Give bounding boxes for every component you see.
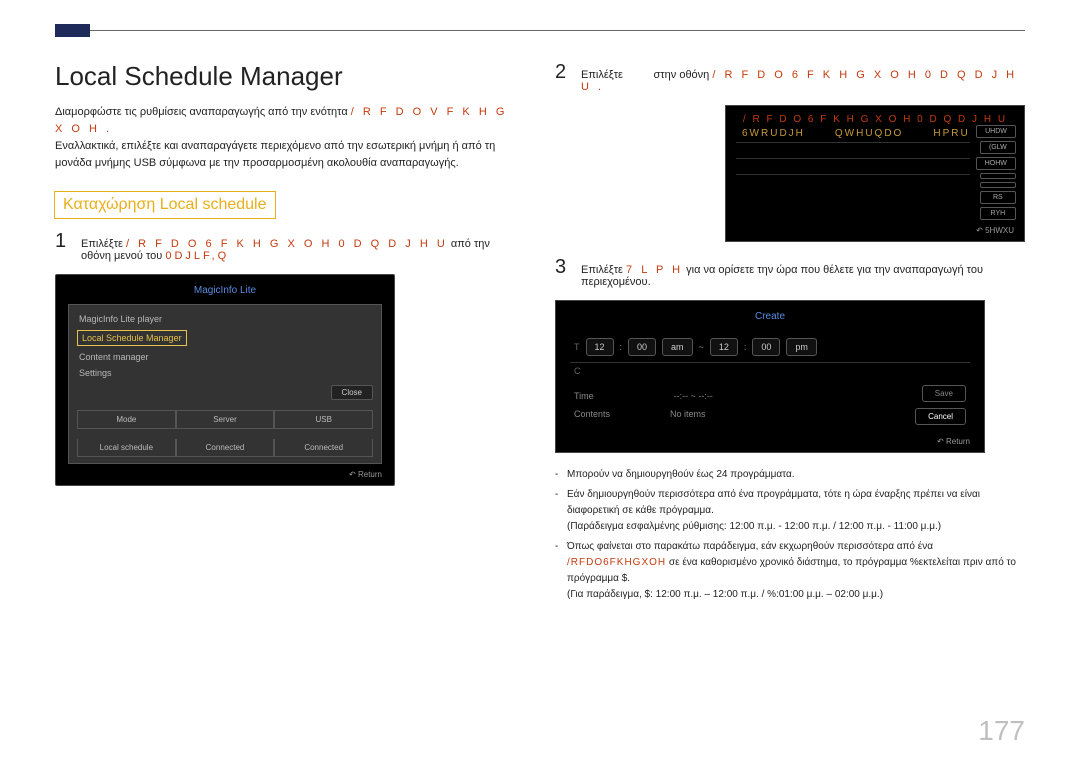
sub-heading: Καταχώρηση Local schedule [55, 192, 275, 218]
sc3-start-min[interactable]: 00 [628, 338, 656, 356]
sc2-buttons: UHDW (GLW HOHW RS RYH [976, 125, 1016, 220]
sc2-edit-button[interactable]: (GLW [980, 141, 1016, 154]
sc3-time-label: Time [574, 391, 594, 401]
sc3-row-time: Time --:-- ~ --:-- [574, 387, 713, 405]
sc1-item-localschedule[interactable]: Local Schedule Manager [77, 330, 187, 346]
sc2-storage-label: 6WRUDJH [742, 128, 805, 139]
sc3-title: Create [570, 311, 970, 322]
step-1: 1 Επιλέξτε / R F D O 6 F K H G X O H 0 D… [55, 230, 515, 262]
s2g: / R F D O 6 F K H G X O H 0 D Q D J H U … [581, 69, 1017, 93]
sc2-btn5[interactable] [980, 182, 1016, 188]
sc1-title: MagicInfo Lite [68, 285, 382, 296]
sc3-end-hour[interactable]: 12 [710, 338, 738, 356]
sc2-move-button[interactable]: RYH [980, 207, 1016, 220]
sc2-row-empty1 [736, 143, 970, 159]
intro-paragraph-1: Διαμορφώστε τις ρυθμίσεις αναπαραγωγής α… [55, 104, 515, 138]
note-2: Εάν δημιουργηθούν περισσότερα από ένα πρ… [555, 487, 1025, 535]
sc2-row-storage: 6WRUDJH QWHUQDO HPRU [736, 125, 970, 143]
step-3-number: 3 [555, 256, 571, 279]
header-rule [55, 30, 1025, 31]
content-columns: Local Schedule Manager Διαμορφώστε τις ρ… [55, 61, 1025, 607]
sc1-server-header: Server [176, 411, 275, 429]
sc3-side-buttons: Save Cancel [915, 385, 966, 425]
sc3-start-ampm[interactable]: am [662, 338, 693, 356]
intro-1a: Διαμορφώστε τις ρυθμίσεις αναπαραγωγής α… [55, 106, 351, 118]
sc2-storage-v2: HPRU [933, 128, 969, 139]
sc1-mode-value: Local schedule [77, 439, 176, 457]
sc2-storage-v1: QWHUQDO [835, 128, 903, 139]
sc3-rows: Time --:-- ~ --:-- Contents No items [574, 387, 713, 423]
sc3-c-label: C [570, 363, 970, 379]
page-title: Local Schedule Manager [55, 61, 515, 92]
screenshot-create: Create T 12 : 00 am ~ 12 : 00 pm C Time … [555, 300, 985, 453]
sc1-item-player[interactable]: MagicInfo Lite player [77, 311, 373, 327]
page-number: 177 [978, 715, 1025, 747]
step-3-text: Επιλέξτε 7 L P H για να ορίσετε την ώρα … [581, 264, 1025, 288]
screenshot-schedule-manager: / R F D O 6 F K H G X O H 0 D Q D J H U … [725, 105, 1025, 242]
sc3-end-min[interactable]: 00 [752, 338, 780, 356]
sc3-cancel-button[interactable]: Cancel [915, 408, 966, 425]
note-3-glitch: /RFDO6FKHGXOH [567, 557, 666, 568]
step-1-text: Επιλέξτε / R F D O 6 F K H G X O H 0 D Q… [81, 238, 515, 262]
colon1: : [620, 342, 623, 352]
note-2-sub: (Παράδειγμα εσφαλμένης ρύθμισης: 12:00 π… [567, 521, 941, 532]
colon2: : [744, 342, 747, 352]
sc1-mode-header: Mode [77, 411, 176, 429]
sc2-row-empty2 [736, 159, 970, 175]
sc1-usb-value: Connected [274, 439, 373, 457]
sc2-delete-button[interactable]: HOHW [976, 157, 1016, 170]
sc2-return[interactable]: 5HWXU [736, 226, 1014, 235]
step-1-number: 1 [55, 230, 71, 253]
sc2-copy-button[interactable]: RS [980, 191, 1016, 204]
note-3-sub: (Για παράδειγμα, $: 12:00 π.μ. – 12:00 π… [567, 589, 883, 600]
sc1-return[interactable]: Return [68, 470, 382, 479]
s1g: / R F D O 6 F K H G X O H 0 D Q D J H U [126, 238, 448, 250]
sc3-end-ampm[interactable]: pm [786, 338, 817, 356]
s3a: Επιλέξτε [581, 264, 626, 276]
sc3-start-hour[interactable]: 12 [586, 338, 614, 356]
sc3-return[interactable]: Return [570, 437, 970, 446]
step-2: 2 Επιλέξτε στην οθόνη / R F D O 6 F K H … [555, 61, 1025, 93]
sc3-row-contents: Contents No items [574, 405, 713, 423]
sc1-usb-header: USB [274, 411, 373, 429]
note-3: Όπως φαίνεται στο παρακάτω παράδειγμα, ε… [555, 539, 1025, 603]
sc3-time-selector: T 12 : 00 am ~ 12 : 00 pm [570, 332, 970, 363]
s1a: Επιλέξτε [81, 238, 126, 250]
sc2-title-glitch: / R F D O 6 F K H G X O H 0 D Q D J H U [743, 114, 1007, 125]
sc3-time-label-left: T [574, 342, 580, 352]
sc1-status-grid: Mode Server USB [77, 410, 373, 429]
sc2-list: 6WRUDJH QWHUQDO HPRU [736, 125, 970, 220]
intro-paragraph-2: Εναλλακτικά, επιλέξτε και αναπαραγάγετε … [55, 138, 515, 172]
sc1-item-settings[interactable]: Settings [77, 365, 373, 381]
step-3: 3 Επιλέξτε 7 L P H για να ορίσετε την ώρ… [555, 256, 1025, 288]
sc3-contents-value: No items [670, 409, 706, 419]
step-2-number: 2 [555, 61, 571, 84]
notes-list: Μπορούν να δημιουργηθούν έως 24 προγράμμ… [555, 467, 1025, 603]
left-column: Local Schedule Manager Διαμορφώστε τις ρ… [55, 61, 515, 607]
sc2-btn4[interactable] [980, 173, 1016, 179]
note-2-text: Εάν δημιουργηθούν περισσότερα από ένα πρ… [567, 489, 980, 516]
sc3-contents-label: Contents [574, 409, 610, 419]
sc3-time-value: --:-- ~ --:-- [674, 391, 713, 401]
s3g: 7 L P H [626, 264, 683, 276]
right-column: 2 Επιλέξτε στην οθόνη / R F D O 6 F K H … [555, 61, 1025, 607]
note-3a: Όπως φαίνεται στο παρακάτω παράδειγμα, ε… [567, 541, 933, 552]
sc1-server-value: Connected [176, 439, 275, 457]
step-2-text: Επιλέξτε στην οθόνη / R F D O 6 F K H G … [581, 69, 1025, 93]
sc1-item-content[interactable]: Content manager [77, 349, 373, 365]
note-1: Μπορούν να δημιουργηθούν έως 24 προγράμμ… [555, 467, 1025, 483]
sc1-close-button[interactable]: Close [331, 385, 373, 400]
screenshot-magicinfo-menu: MagicInfo Lite MagicInfo Lite player Loc… [55, 274, 395, 486]
sc2-create-button[interactable]: UHDW [976, 125, 1016, 138]
tilde: ~ [699, 342, 704, 352]
s2a: Επιλέξτε [581, 69, 623, 81]
sc1-panel: MagicInfo Lite player Local Schedule Man… [68, 304, 382, 464]
sc2-body: 6WRUDJH QWHUQDO HPRU UHDW (GLW HOHW RS R… [736, 125, 1014, 220]
sc3-body: Time --:-- ~ --:-- Contents No items Sav… [570, 379, 970, 431]
s2b: στην οθόνη [654, 69, 713, 81]
sc2-title: / R F D O 6 F K H G X O H 0 D Q D J H U [736, 114, 1014, 125]
s1g2: 0DJLF,Q [165, 250, 229, 262]
sc3-save-button[interactable]: Save [922, 385, 966, 402]
